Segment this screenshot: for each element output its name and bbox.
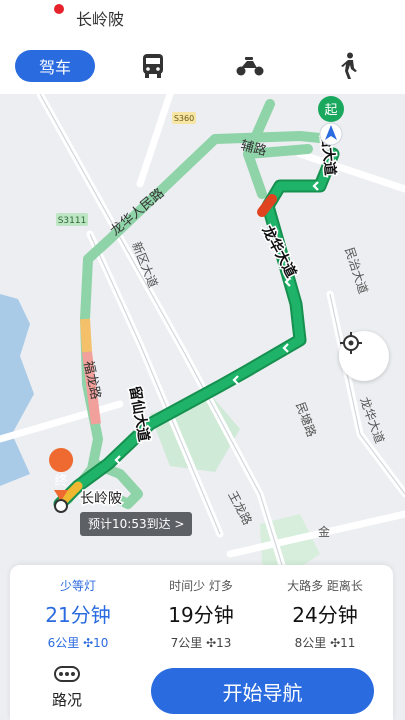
route-meta: 8公里 ✣11: [265, 634, 385, 651]
bus-icon: [143, 54, 163, 78]
crosshair-icon: [340, 332, 362, 354]
eta-badge[interactable]: 预计10:53到达 >: [80, 512, 193, 536]
route-lights: 10: [93, 636, 109, 650]
start-marker-label: 起: [324, 103, 337, 118]
start-navigation-button[interactable]: 开始导航: [151, 668, 374, 714]
traffic-label: 路况: [51, 691, 82, 709]
destination-title[interactable]: 长岭陂: [76, 6, 124, 30]
traffic-light-icon: ✣: [83, 636, 94, 650]
route-tags: 少等灯: [59, 579, 96, 593]
route-tags: 大路多 距离长: [287, 579, 363, 593]
header-bar: 长岭陂: [0, 0, 405, 38]
destination-dot-icon: [54, 4, 64, 14]
road-jin-label: 金: [318, 524, 330, 539]
end-place-label: 长岭陂: [80, 491, 122, 507]
scooter-icon: [236, 57, 264, 76]
road-longhua-renmin-label: 龙华人民路: [107, 185, 167, 239]
s360-label: S360: [174, 114, 194, 123]
route-distance: 8公里: [294, 636, 327, 650]
reservoir-area: [0, 294, 34, 486]
traffic-light-icon: ✣: [206, 636, 217, 650]
s3111-label: S3111: [58, 216, 87, 226]
route-time: 19分钟: [168, 603, 234, 627]
route-lights: 11: [340, 636, 356, 650]
travel-mode-bar: 驾车: [0, 38, 405, 94]
route-distance: 6公里: [47, 636, 80, 650]
mode-bus-tab[interactable]: [135, 50, 171, 82]
route-lights: 13: [216, 636, 232, 650]
locate-button[interactable]: [339, 331, 389, 381]
route-time: 21分钟: [45, 603, 111, 627]
route-option-3[interactable]: 大路多 距离长 24分钟 8公里 ✣11: [265, 565, 385, 651]
route-tags: 时间少 灯多: [169, 579, 233, 593]
mode-walk-tab[interactable]: [331, 50, 367, 82]
route-time: 24分钟: [292, 603, 358, 627]
route-distance: 7公里: [170, 636, 203, 650]
traffic-light-icon: ✣: [330, 636, 341, 650]
walk-icon: [341, 52, 357, 79]
route-meta: 6公里 ✣10: [18, 634, 138, 651]
start-marker: 起: [318, 96, 344, 146]
end-marker-label: 终: [54, 473, 67, 489]
route-meta: 7公里 ✣13: [141, 634, 261, 651]
road-wanglong-label: 王龙路: [225, 488, 255, 527]
route-panel: 少等灯 21分钟 6公里 ✣10 时间少 灯多 19分钟 7公里 ✣13 大路多…: [10, 565, 393, 720]
road-mintang-label: 民塘路: [293, 400, 319, 439]
route-option-1[interactable]: 少等灯 21分钟 6公里 ✣10: [18, 565, 138, 651]
traffic-button[interactable]: 路况: [32, 665, 102, 715]
route-option-2[interactable]: 时间少 灯多 19分钟 7公里 ✣13: [141, 565, 261, 651]
mode-scooter-tab[interactable]: [232, 50, 268, 82]
road-minzhi-label: 民治大道: [342, 246, 370, 296]
more-dots-icon: [54, 666, 80, 682]
mode-drive-tab[interactable]: 驾车: [15, 50, 95, 82]
